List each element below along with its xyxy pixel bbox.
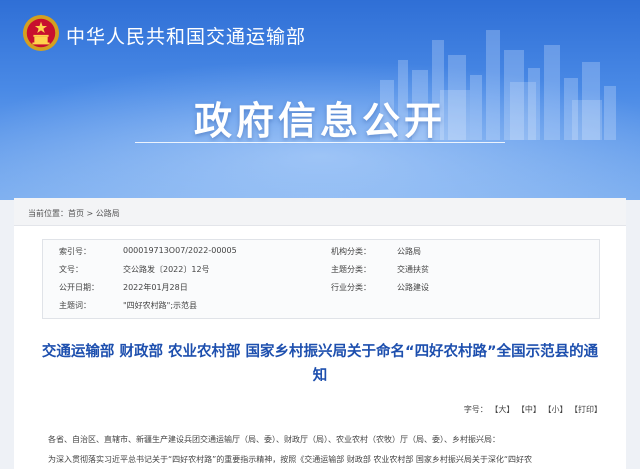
breadcrumb: 当前位置：首页 > 公路局 [14, 198, 626, 226]
meta-row: 索引号： 000019713O07/2022-00005 机构分类： 公路局 [43, 246, 599, 262]
document-title: 交通运输部 财政部 农业农村部 国家乡村振兴局关于命名“四好农村路”全国示范县的… [41, 344, 599, 384]
publish-date-value: 2022年01月28日 [123, 283, 188, 292]
keywords-value: "四好农村路";示范县 [123, 301, 198, 310]
ministry-name[interactable]: 中华人民共和国交通运输部 [66, 22, 306, 49]
org-value: 公路局 [397, 247, 421, 256]
breadcrumb-prefix: 当前位置： [28, 209, 68, 218]
topic-label: 主题分类： [331, 265, 371, 274]
national-emblem-icon [22, 14, 60, 52]
font-size-controls: 字号： 【大】 【中】 【小】 【打印】 [464, 404, 602, 415]
body-paragraph-1: 各省、自治区、直辖市、新疆生产建设兵团交通运输厅（局、委）、财政厅（局）、农业农… [48, 435, 500, 444]
font-size-label: 字号： [463, 405, 488, 414]
publish-date-label: 公开日期： [59, 283, 99, 292]
font-large-button[interactable]: 【大】 [490, 405, 514, 414]
breadcrumb-home-link[interactable]: 首页 [68, 209, 84, 218]
print-button[interactable]: 【打印】 [570, 405, 602, 414]
industry-value: 公路建设 [397, 283, 429, 292]
meta-row: 文号： 交公路发〔2022〕12号 主题分类： 交通扶贫 [43, 264, 599, 280]
content-panel: 当前位置：首页 > 公路局 索引号： 000019713O07/2022-000… [14, 198, 626, 469]
index-label: 索引号： [59, 247, 91, 256]
document-metadata-table: 索引号： 000019713O07/2022-00005 机构分类： 公路局 文… [42, 239, 600, 319]
org-label: 机构分类： [331, 247, 371, 256]
keywords-label: 主题词： [59, 301, 91, 310]
font-small-button[interactable]: 【小】 [543, 405, 567, 414]
meta-row: 主题词： "四好农村路";示范县 [43, 300, 599, 316]
meta-row: 公开日期： 2022年01月28日 行业分类： 公路建设 [43, 282, 599, 298]
doc-number-value: 交公路发〔2022〕12号 [123, 265, 210, 274]
section-title: 政府信息公开 [193, 99, 446, 143]
industry-label: 行业分类： [331, 283, 371, 292]
title-underline [135, 142, 505, 143]
topic-value: 交通扶贫 [397, 265, 429, 274]
breadcrumb-separator: > [84, 209, 96, 218]
body-paragraph-2: 为深入贯彻落实习近平总书记关于“四好农村路”的重要指示精神，按照《交通运输部 财… [48, 455, 533, 464]
index-value: 000019713O07/2022-00005 [123, 246, 237, 255]
font-medium-button[interactable]: 【中】 [517, 405, 541, 414]
hero-banner: 中华人民共和国交通运输部 政府信息公开 [0, 0, 640, 200]
breadcrumb-current-link[interactable]: 公路局 [96, 209, 120, 218]
doc-number-label: 文号： [59, 265, 83, 274]
